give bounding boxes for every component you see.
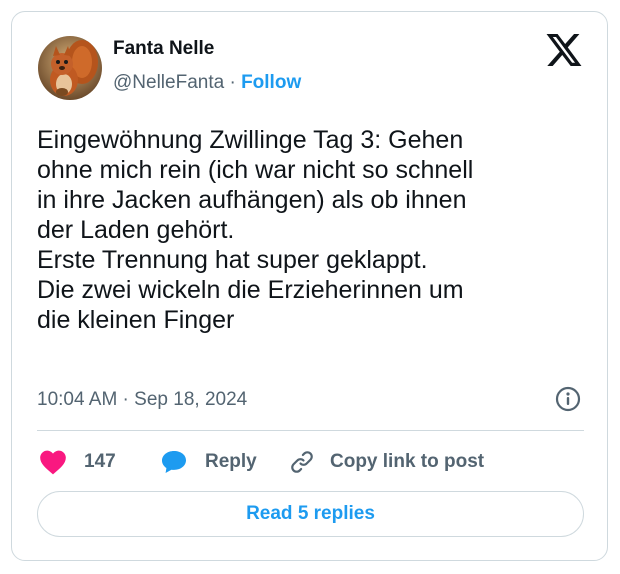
copy-link-button[interactable]: Copy link to post	[288, 447, 484, 477]
tweet-line: der Laden gehört.	[37, 216, 235, 244]
like-count: 147	[84, 451, 116, 472]
copy-link-label: Copy link to post	[330, 451, 485, 472]
avatar[interactable]	[38, 36, 102, 100]
author-handle[interactable]: @NelleFanta	[113, 72, 224, 93]
info-icon[interactable]	[555, 386, 581, 412]
tweet-line: in ihre Jacken aufhängen) als ob ihnen	[37, 186, 467, 214]
x-logo-icon[interactable]	[546, 34, 582, 66]
follow-button[interactable]: Follow	[241, 72, 301, 93]
author-meta: @NelleFanta · Follow	[113, 72, 301, 94]
author-name[interactable]: Fanta Nelle	[113, 38, 214, 60]
tweet-text: Eingewöhnung Zwillinge Tag 3: Gehen ohne…	[37, 125, 587, 335]
tweet-line: Die zwei wickeln die Erzieherinnen um	[37, 276, 464, 304]
tweet-timestamp[interactable]: 10:04 AM · Sep 18, 2024	[37, 389, 247, 411]
like-button[interactable]: 147	[39, 447, 116, 477]
tweet-line: Eingewöhnung Zwillinge Tag 3: Gehen	[37, 126, 464, 154]
tweet-line: die kleinen Finger	[37, 306, 235, 334]
link-icon	[288, 449, 316, 475]
separator-dot: ·	[229, 72, 236, 93]
reply-button[interactable]: Reply	[160, 447, 257, 477]
tweet-line: ohne mich rein (ich war nicht so schnell	[37, 156, 474, 184]
tweet-card: Fanta Nelle @NelleFanta · Follow Eingewö…	[11, 11, 608, 561]
speech-bubble-icon	[160, 449, 188, 475]
heart-icon	[39, 449, 67, 475]
tweet-line: Erste Trennung hat super geklappt.	[37, 246, 428, 274]
reply-label: Reply	[205, 451, 257, 472]
divider	[37, 430, 584, 431]
read-replies-button[interactable]: Read 5 replies	[37, 491, 584, 537]
